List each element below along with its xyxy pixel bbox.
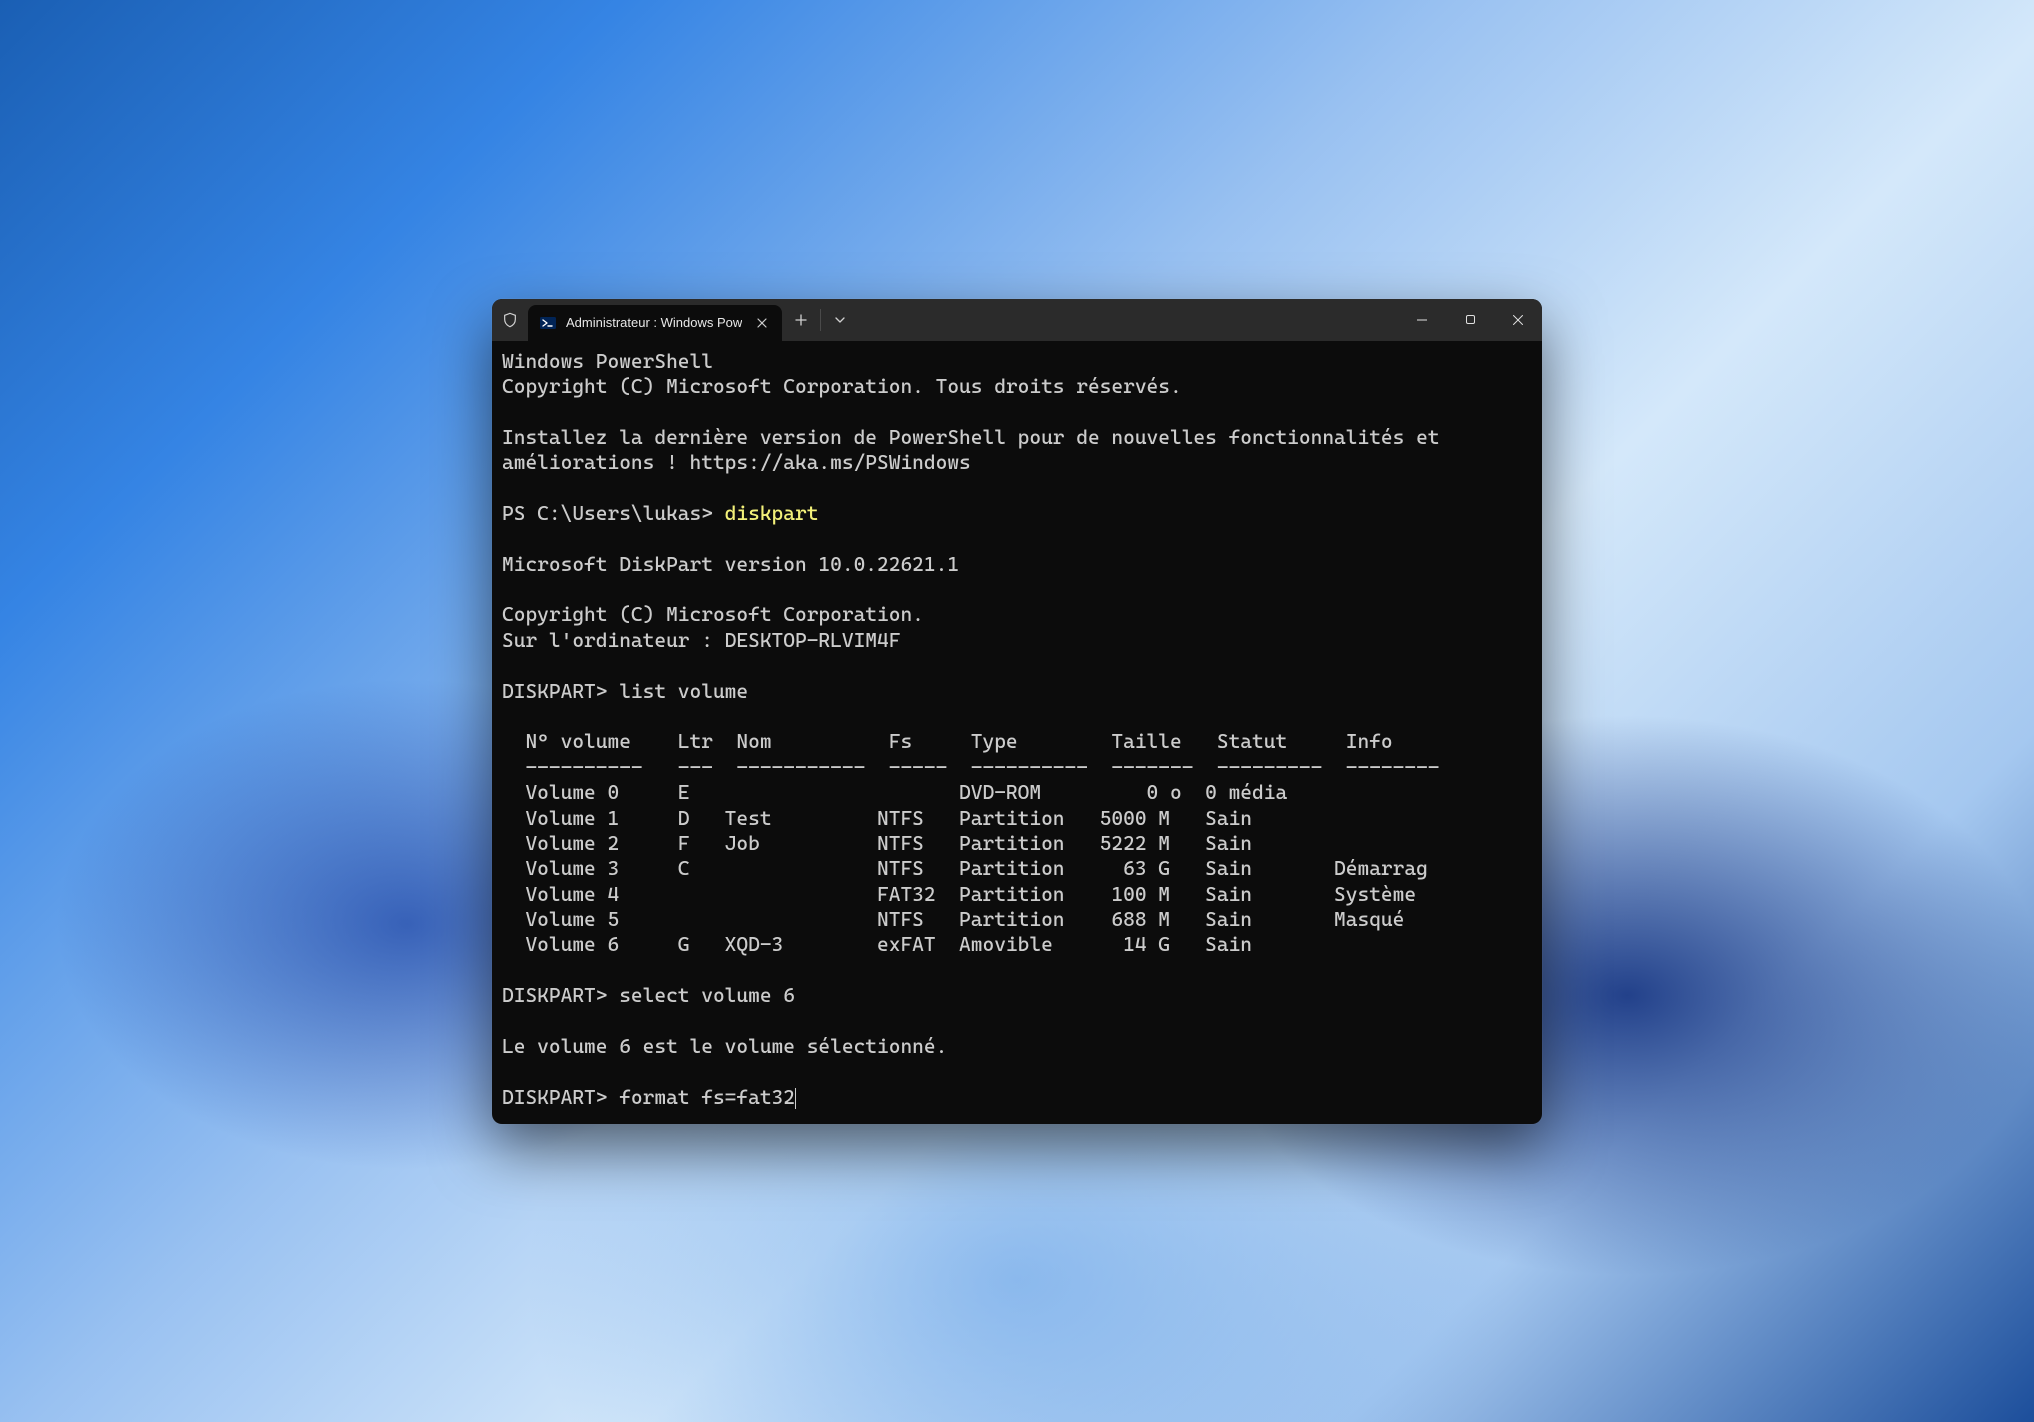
volume-row: Volume 3 C NTFS Partition 63 G Sain Déma…	[502, 856, 1428, 880]
tab-close-button[interactable]	[752, 313, 772, 333]
terminal-body[interactable]: Windows PowerShell Copyright (C) Microso…	[492, 341, 1542, 1124]
install-hint: Installez la dernière version de PowerSh…	[502, 425, 1440, 449]
powershell-icon	[540, 315, 556, 331]
volume-row: Volume 5 NTFS Partition 688 M Sain Masqu…	[502, 907, 1404, 931]
diskpart-prompt: DISKPART>	[502, 983, 619, 1007]
diskpart-prompt: DISKPART>	[502, 679, 619, 703]
select-result: Le volume 6 est le volume sélectionné.	[502, 1034, 947, 1058]
shield-icon	[492, 299, 528, 341]
ps-prompt: PS C:\Users\lukas>	[502, 501, 725, 525]
titlebar-drag-region[interactable]	[859, 299, 1398, 341]
volume-row: Volume 2 F Job NTFS Partition 5222 M Sai…	[502, 831, 1252, 855]
diskpart-computer: Sur l'ordinateur : DESKTOP-RLVIM4F	[502, 628, 900, 652]
titlebar[interactable]: Administrateur : Windows Pow	[492, 299, 1542, 341]
banner-line: Windows PowerShell	[502, 349, 713, 373]
volume-table-header: N° volume Ltr Nom Fs Type Taille Statut …	[502, 729, 1393, 753]
diskpart-command: select volume 6	[619, 983, 795, 1007]
diskpart-version: Microsoft DiskPart version 10.0.22621.1	[502, 552, 959, 576]
tab-active[interactable]: Administrateur : Windows Pow	[528, 305, 782, 341]
install-hint: améliorations ! https://aka.ms/PSWindows	[502, 450, 971, 474]
terminal-window: Administrateur : Windows Pow	[492, 299, 1542, 1124]
volume-row: Volume 0 E DVD-ROM 0 o 0 média	[502, 780, 1287, 804]
volume-table-divider: ---------- --- ----------- ----- -------…	[502, 755, 1440, 779]
banner-copyright: Copyright (C) Microsoft Corporation. Tou…	[502, 374, 1182, 398]
volume-row: Volume 6 G XQD-3 exFAT Amovible 14 G Sai…	[502, 932, 1252, 956]
tab-dropdown-button[interactable]	[821, 299, 859, 341]
diskpart-copyright: Copyright (C) Microsoft Corporation.	[502, 602, 924, 626]
text-cursor	[795, 1088, 797, 1109]
ps-command: diskpart	[725, 501, 819, 525]
diskpart-command: list volume	[619, 679, 748, 703]
close-window-button[interactable]	[1494, 299, 1542, 341]
diskpart-command: format fs=fat32	[619, 1085, 795, 1109]
volume-row: Volume 1 D Test NTFS Partition 5000 M Sa…	[502, 806, 1252, 830]
tab-title: Administrateur : Windows Pow	[566, 315, 742, 330]
diskpart-prompt: DISKPART>	[502, 1085, 619, 1109]
maximize-button[interactable]	[1446, 299, 1494, 341]
new-tab-button[interactable]	[782, 299, 820, 341]
minimize-button[interactable]	[1398, 299, 1446, 341]
volume-row: Volume 4 FAT32 Partition 100 M Sain Syst…	[502, 882, 1416, 906]
